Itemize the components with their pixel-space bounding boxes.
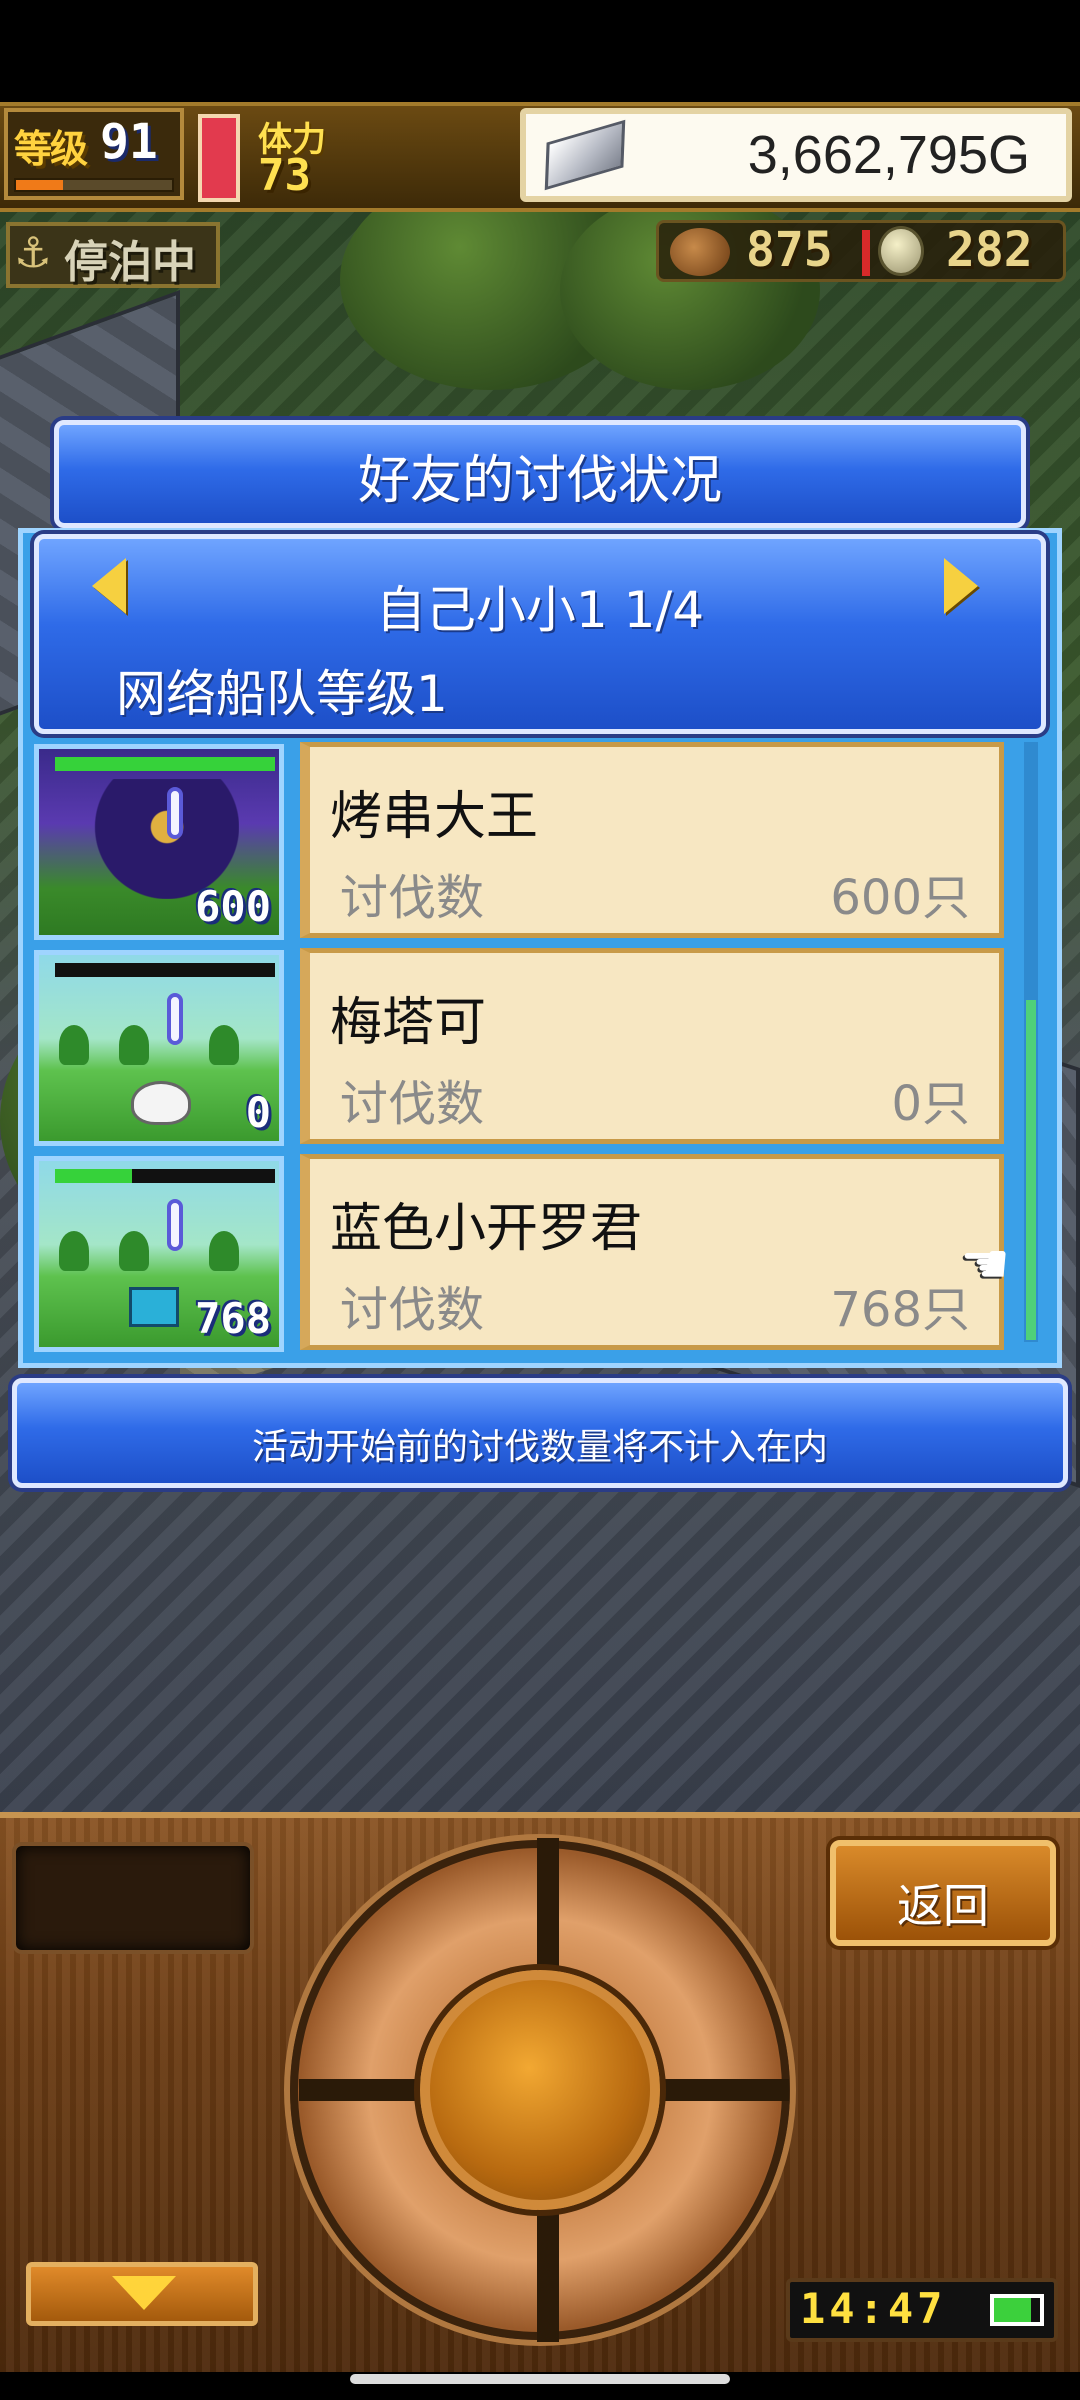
stamina-value: 73: [258, 150, 311, 201]
dpad-divider: [649, 2079, 789, 2101]
tree-icon: [209, 1025, 239, 1065]
tree-icon: [59, 1025, 89, 1065]
tree-icon: [119, 1025, 149, 1065]
kill-count-badge: 0: [245, 1088, 271, 1137]
row-label: 讨伐数: [340, 1076, 485, 1132]
hp-gauge: [198, 114, 240, 202]
level-value: 91: [100, 114, 158, 170]
row-value: 0只: [891, 1076, 970, 1132]
hp-bar-fill: [55, 757, 275, 771]
dpad-divider: [299, 2079, 439, 2101]
hp-bar-fill: [55, 1169, 132, 1183]
list-item[interactable]: 600 烤串大王 讨伐数 600只: [30, 742, 1010, 942]
dpad-divider: [537, 1838, 559, 1978]
clock: 14:47: [800, 2284, 947, 2333]
monster-thumbnail: 768: [34, 1156, 284, 1352]
alert-icon: [167, 787, 183, 839]
arrow-right-icon[interactable]: [944, 558, 978, 614]
dialog-title: 好友的讨伐状况: [357, 451, 722, 511]
scrollbar-thumb[interactable]: [1026, 1000, 1036, 1340]
hand-pointer-icon: ☛: [960, 1232, 1011, 1297]
monster-thumbnail: 0: [34, 950, 284, 1146]
hp-bar: [55, 963, 275, 977]
dpad-center-button[interactable]: [420, 1970, 660, 2210]
empty-slot: [12, 1842, 254, 1954]
row-label: 讨伐数: [340, 1282, 485, 1338]
chevron-down-icon: [112, 2276, 176, 2310]
xp-bar-fill: [16, 180, 63, 190]
event-note: 活动开始前的讨伐数量将不计入在内: [251, 1427, 828, 1468]
row-value: 768只: [830, 1282, 970, 1338]
tree-icon: [59, 1231, 89, 1271]
resource-divider: [862, 230, 870, 276]
alert-icon: [167, 993, 183, 1045]
level-label: 等级: [14, 127, 88, 171]
tree-icon: [209, 1231, 239, 1271]
back-button-label[interactable]: 返回: [830, 1870, 1056, 1936]
anchor-icon: ⚓: [14, 228, 52, 277]
fleet-level: 网络船队等级1: [116, 665, 448, 723]
battery-icon: [990, 2294, 1044, 2326]
friend-name: 自己小小1 1/4: [375, 581, 705, 639]
row-player-name: 烤串大王: [330, 787, 539, 847]
list-item[interactable]: 768 蓝色小开罗君 讨伐数 768只: [30, 1154, 1010, 1354]
kill-count-badge: 768: [195, 1294, 271, 1343]
robot-monster-icon: [129, 1287, 179, 1327]
bread-icon: [670, 228, 730, 276]
resource1-value: 875: [746, 222, 833, 278]
row-player-name: 蓝色小开罗君: [330, 1199, 643, 1259]
hp-bar: [55, 757, 275, 771]
status-label: 停泊中: [64, 237, 196, 288]
monster-thumbnail: 600: [34, 744, 284, 940]
wizard-monster-icon: [59, 779, 239, 899]
rabbit-monster-icon: [131, 1081, 191, 1125]
gold-value: 3,662,795G: [747, 125, 1030, 185]
resource2-value: 282: [946, 222, 1033, 278]
row-value: 600只: [830, 870, 970, 926]
dpad-divider: [537, 2202, 559, 2342]
row-label: 讨伐数: [340, 870, 485, 926]
alert-icon: [167, 1199, 183, 1251]
home-indicator[interactable]: [350, 2374, 730, 2384]
arrow-left-icon[interactable]: [92, 558, 126, 614]
row-player-name: 梅塔可: [330, 993, 487, 1053]
tree-icon: [119, 1231, 149, 1271]
medal-icon: [878, 226, 924, 276]
kill-count-badge: 600: [195, 882, 271, 931]
hp-bar: [55, 1169, 275, 1183]
list-item[interactable]: 0 梅塔可 讨伐数 0只: [30, 948, 1010, 1148]
